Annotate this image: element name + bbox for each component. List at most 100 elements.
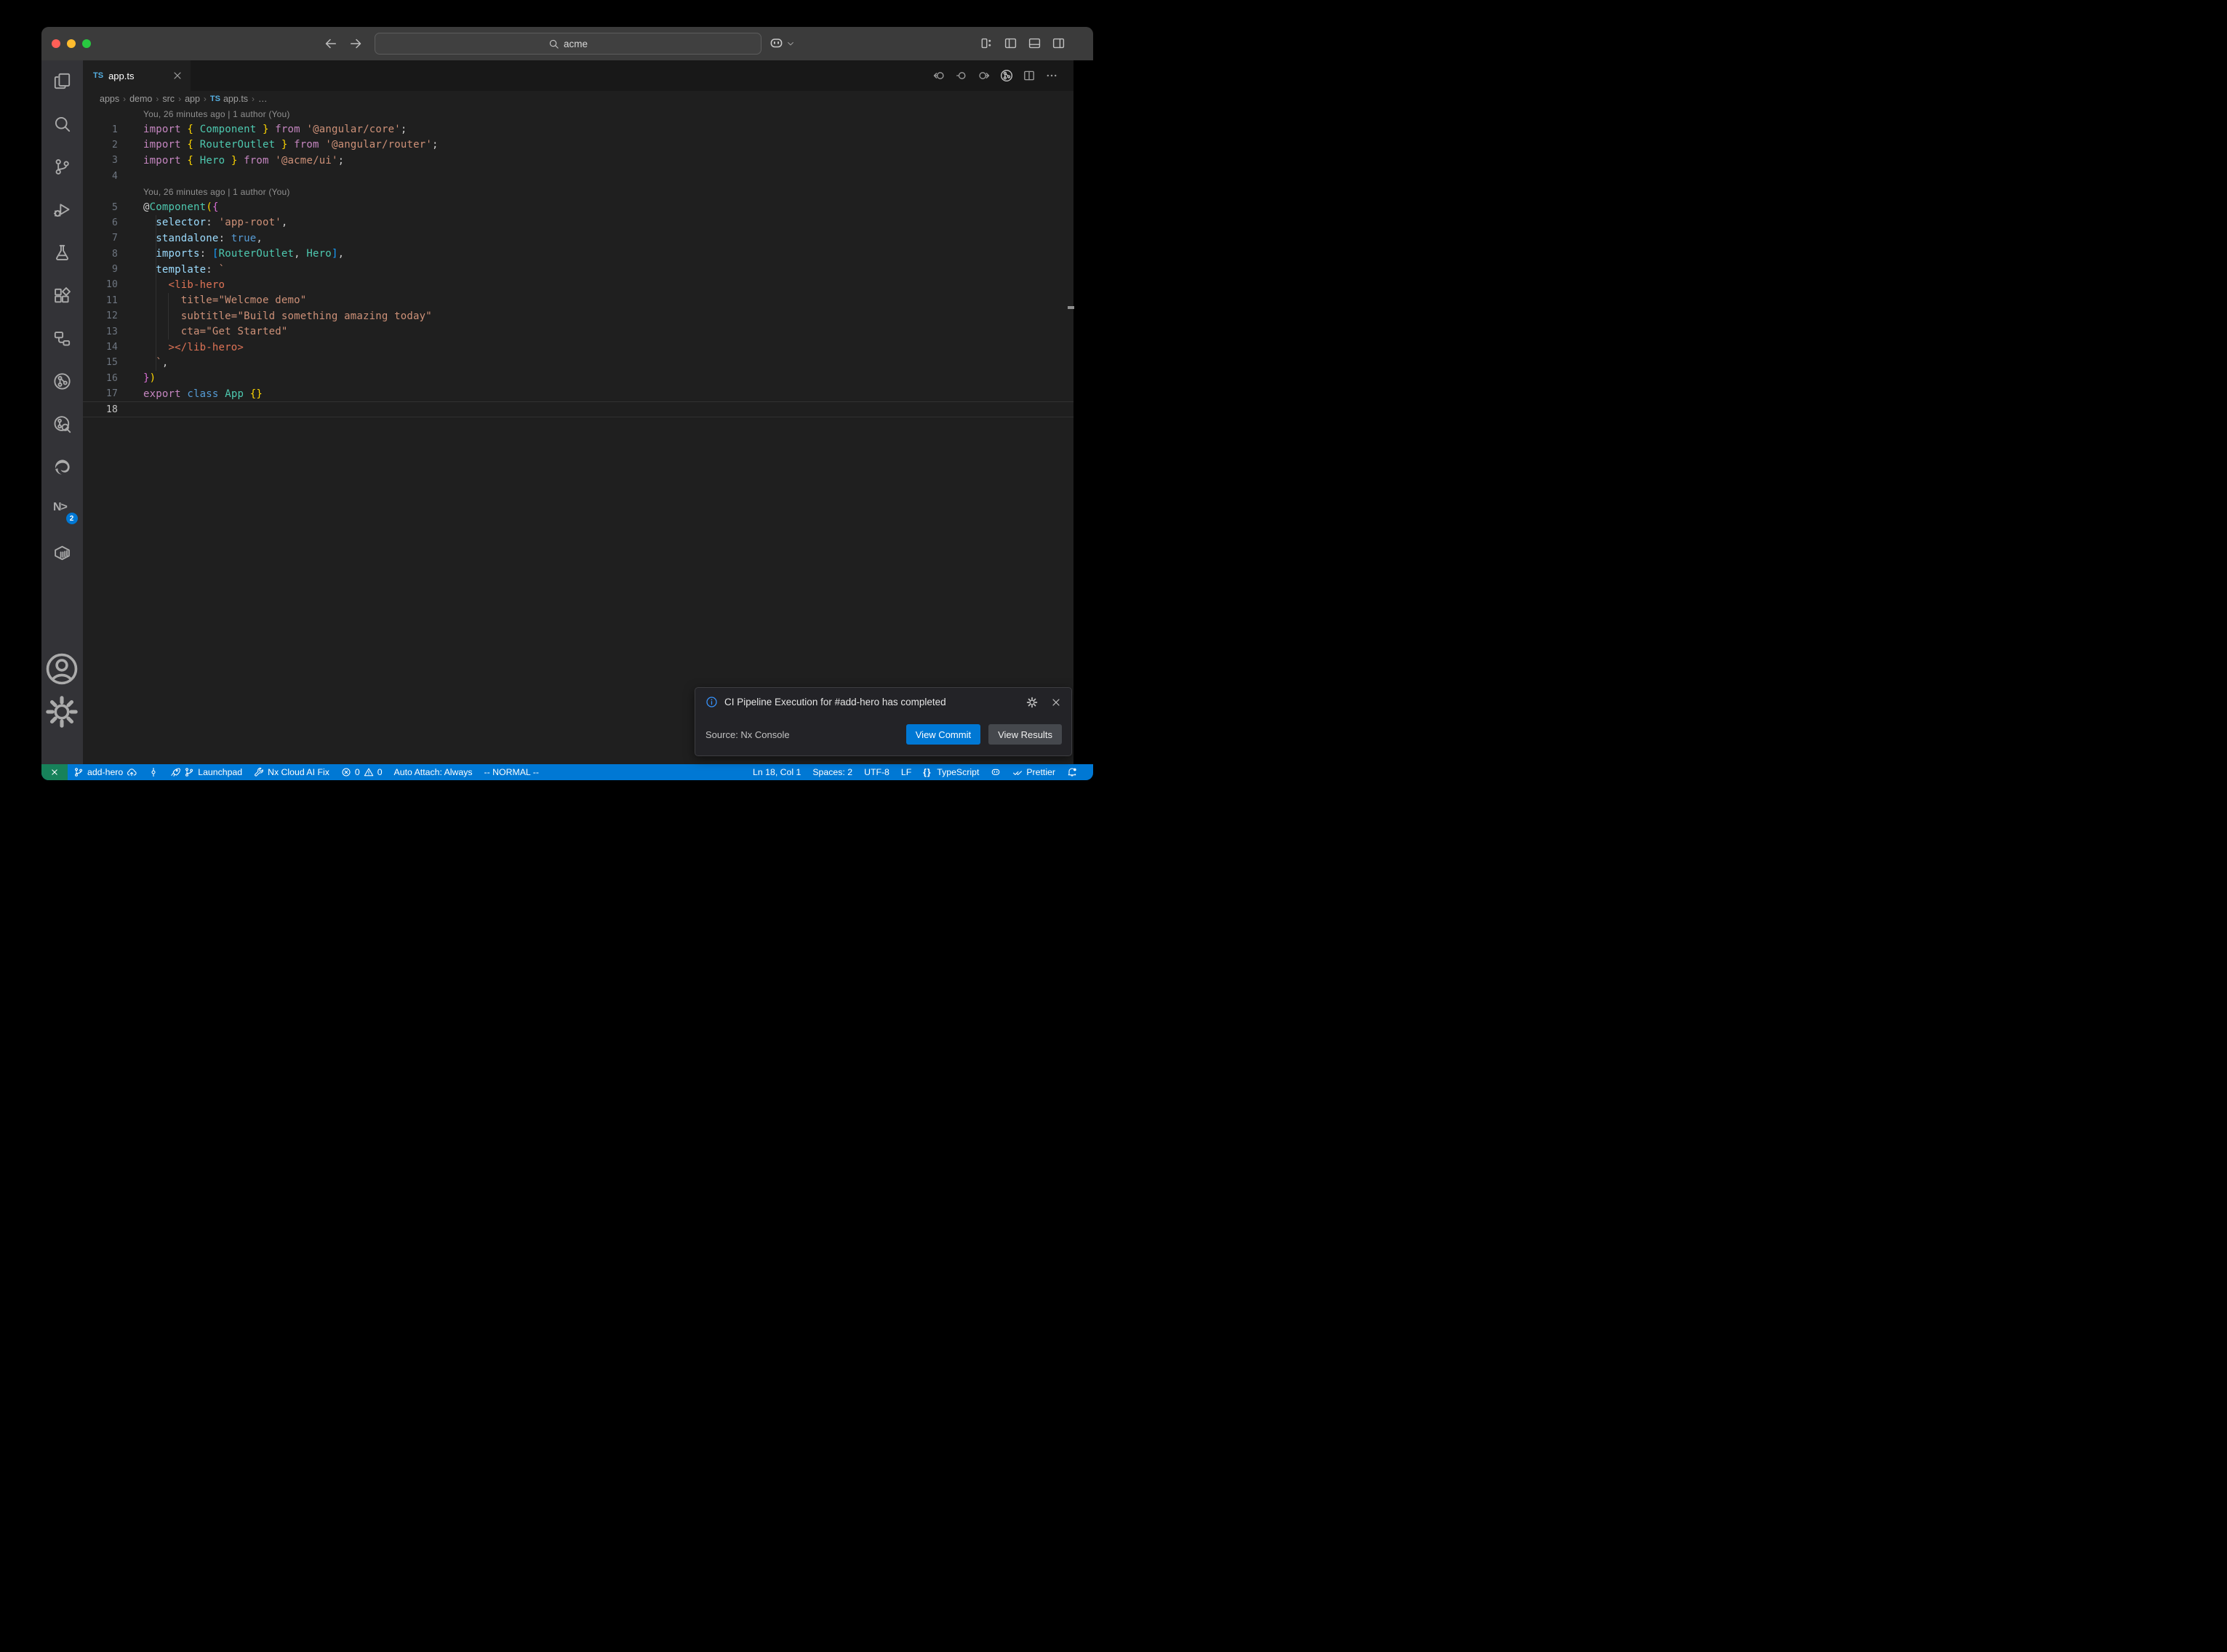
code-line-12: 12 subtitle="Build something amazing tod… bbox=[83, 308, 1093, 324]
search-icon bbox=[53, 115, 71, 133]
status-problems[interactable]: 00 bbox=[335, 764, 388, 780]
activity-bar-item-run-and-debug[interactable] bbox=[45, 192, 80, 227]
customize-layout-icon[interactable] bbox=[980, 36, 993, 50]
nav-edit-forward-icon[interactable] bbox=[977, 69, 991, 82]
notification-source: Source: Nx Console bbox=[705, 729, 906, 740]
notification-settings-icon[interactable] bbox=[1026, 697, 1038, 708]
navigate-back-icon[interactable] bbox=[324, 36, 338, 51]
cloudUp-icon bbox=[127, 767, 137, 777]
toggle-panel-icon[interactable] bbox=[1028, 36, 1041, 50]
code-text: import { RouterOutlet } from '@angular/r… bbox=[143, 139, 439, 151]
breadcrumb-item-src[interactable]: src bbox=[162, 94, 175, 104]
label: Launchpad bbox=[198, 767, 242, 777]
status-language-mode[interactable]: {}TypeScript bbox=[917, 764, 985, 780]
commit-icon bbox=[148, 767, 159, 777]
breadcrumb-item-appts[interactable]: TSapp.ts bbox=[210, 94, 248, 104]
screen: acme N>2 TS bbox=[0, 0, 1114, 826]
code-text: standalone: true, bbox=[143, 233, 263, 244]
activity-bar-item-accounts[interactable] bbox=[44, 651, 79, 686]
view-results-button[interactable]: View Results bbox=[988, 724, 1062, 745]
copilot-icon bbox=[769, 36, 784, 51]
line-number: 16 bbox=[83, 373, 118, 384]
nav-edit-current-icon[interactable] bbox=[955, 69, 968, 82]
status-remote-indicator[interactable] bbox=[41, 764, 68, 780]
code-text: export class App {} bbox=[143, 388, 263, 400]
status-git-commit[interactable] bbox=[143, 764, 164, 780]
status-cursor-position[interactable]: Ln 18, Col 1 bbox=[747, 764, 807, 780]
label: Prettier bbox=[1026, 767, 1055, 777]
typescript-file-icon: TS bbox=[93, 71, 103, 80]
copilot-menu[interactable] bbox=[769, 36, 795, 51]
code-line-8: 8 imports: [RouterOutlet, Hero], bbox=[83, 246, 1093, 262]
maximize-window-button[interactable] bbox=[82, 39, 91, 48]
activity-bar-item-edge-tools[interactable] bbox=[45, 449, 80, 484]
code-line-11: 11 title="Welcmoe demo" bbox=[83, 293, 1093, 308]
tab-app-ts[interactable]: TS app.ts bbox=[83, 60, 191, 91]
status-auto-attach[interactable]: Auto Attach: Always bbox=[388, 764, 479, 780]
minimize-window-button[interactable] bbox=[67, 39, 76, 48]
notification-close-icon[interactable] bbox=[1050, 697, 1062, 708]
status-indentation[interactable]: Spaces: 2 bbox=[807, 764, 858, 780]
activity-bar-item-settings[interactable] bbox=[44, 694, 79, 729]
command-center-search[interactable]: acme bbox=[375, 33, 761, 55]
breadcrumb-item-app[interactable]: app bbox=[185, 94, 200, 104]
breadcrumb-item-apps[interactable]: apps bbox=[100, 94, 119, 104]
activity-bar-item-search[interactable] bbox=[45, 106, 80, 141]
status-copilot-status[interactable] bbox=[985, 764, 1007, 780]
commit-graph-icon[interactable] bbox=[1000, 69, 1013, 82]
code-line-3: 3import { Hero } from '@acme/ui'; bbox=[83, 153, 1093, 168]
activity-bar-item-source-control[interactable] bbox=[45, 149, 80, 184]
status-gitlens-launchpad[interactable]: Launchpad bbox=[164, 764, 248, 780]
activity-bar-item-testing[interactable] bbox=[45, 235, 80, 270]
activity-bar-item-extensions[interactable] bbox=[45, 278, 80, 313]
command-center-text: acme bbox=[564, 39, 588, 49]
branch-icon bbox=[184, 767, 194, 777]
activity-bar-item-project-structure[interactable] bbox=[45, 321, 80, 356]
activity-bar: N>2 bbox=[41, 60, 83, 764]
code-area[interactable]: You, 26 minutes ago | 1 author (You) 1imp… bbox=[83, 106, 1093, 764]
info-icon bbox=[705, 696, 718, 708]
status-vim-mode[interactable]: -- NORMAL -- bbox=[479, 764, 545, 780]
status-encoding[interactable]: UTF-8 bbox=[858, 764, 895, 780]
split-editor-icon[interactable] bbox=[1023, 69, 1036, 82]
line-number: 10 bbox=[83, 279, 118, 290]
label: Ln 18, Col 1 bbox=[753, 767, 801, 777]
line-number: 7 bbox=[83, 233, 118, 244]
branch-icon bbox=[73, 767, 84, 777]
navigate-forward-icon[interactable] bbox=[348, 36, 363, 51]
toggle-secondary-sidebar-icon[interactable] bbox=[1052, 36, 1065, 50]
toggle-primary-sidebar-icon[interactable] bbox=[1004, 36, 1017, 50]
activity-bar-item-commit-graph[interactable] bbox=[45, 364, 80, 398]
tab-label: app.ts bbox=[108, 71, 134, 81]
label: -- NORMAL -- bbox=[484, 767, 539, 777]
status-nx-cloud-ai-fix[interactable]: Nx Cloud AI Fix bbox=[248, 764, 335, 780]
status-formatter-prettier[interactable]: Prettier bbox=[1007, 764, 1061, 780]
breadcrumb-item-demo[interactable]: demo bbox=[129, 94, 152, 104]
close-window-button[interactable] bbox=[52, 39, 60, 48]
breadcrumb-separator: › bbox=[123, 94, 126, 104]
status-notifications-bell[interactable] bbox=[1061, 764, 1083, 780]
code-text: import { Hero } from '@acme/ui'; bbox=[143, 155, 344, 167]
title-bar: acme bbox=[41, 27, 1093, 60]
close-tab-icon[interactable] bbox=[172, 70, 183, 81]
search-icon bbox=[548, 39, 559, 49]
activity-bar-item-explorer[interactable] bbox=[45, 63, 80, 98]
git-blame-annotation: You, 26 minutes ago | 1 author (You) bbox=[83, 106, 1093, 121]
tab-bar: TS app.ts bbox=[83, 60, 1093, 91]
more-actions-icon[interactable] bbox=[1045, 69, 1058, 82]
label: add-hero bbox=[87, 767, 123, 777]
code-line-1: 1import { Component } from '@angular/cor… bbox=[83, 121, 1093, 137]
breadcrumb-item-[interactable]: … bbox=[258, 94, 268, 104]
status-git-branch[interactable]: add-hero bbox=[68, 764, 143, 780]
editor-scrollbar-gutter[interactable] bbox=[1073, 60, 1093, 764]
code-line-9: 9 template: ` bbox=[83, 262, 1093, 277]
activity-bar-item-gitlens-inspect[interactable] bbox=[45, 406, 80, 441]
blame-text: You, 26 minutes ago | 1 author (You) bbox=[143, 109, 290, 119]
activity-bar-item-containers[interactable] bbox=[45, 535, 80, 570]
remote-icon bbox=[49, 767, 60, 777]
status-eol[interactable]: LF bbox=[895, 764, 917, 780]
view-commit-button[interactable]: View Commit bbox=[906, 724, 980, 745]
activity-bar-item-nx-console[interactable]: N>2 bbox=[45, 492, 80, 527]
nav-edit-back-icon[interactable] bbox=[932, 69, 945, 82]
line-number: 18 bbox=[83, 404, 118, 415]
